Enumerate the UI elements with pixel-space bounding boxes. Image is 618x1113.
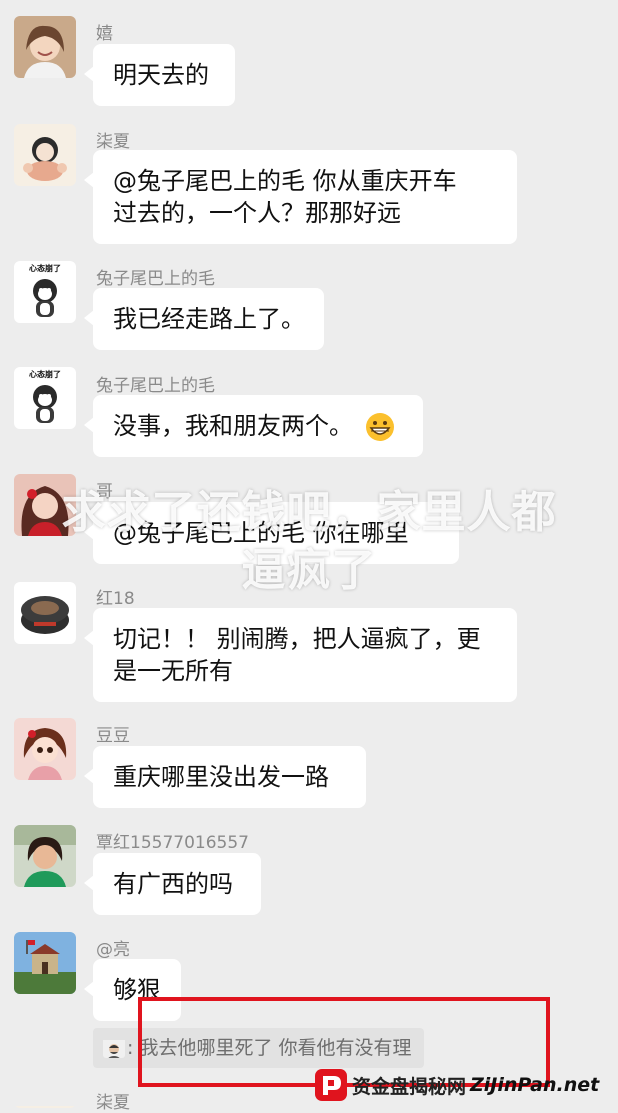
- message-text: 我已经走路上了。: [113, 305, 305, 333]
- avatar[interactable]: [14, 1086, 76, 1108]
- message-bubble[interactable]: @兔子尾巴上的毛 你在哪里: [84, 502, 459, 564]
- avatar[interactable]: [14, 16, 76, 78]
- quote-avatar: [103, 1036, 125, 1058]
- sender-name: 兔子尾巴上的毛: [96, 376, 215, 396]
- message-text: @兔子尾巴上的毛 你在哪里: [113, 519, 409, 547]
- message-text: 过去的，一个人？那那好远: [113, 199, 401, 227]
- avatar[interactable]: [14, 825, 76, 887]
- message-text: 切记！！ 别闹腾，把人逼疯了，更: [113, 625, 481, 653]
- sender-name: @亮: [96, 940, 130, 960]
- sender-name: 柒夏: [96, 1093, 130, 1113]
- watermark: 资金盘揭秘网 ZiJinPan.net: [314, 1064, 599, 1106]
- sender-name: 覃红15577016557: [96, 833, 249, 853]
- message-bubble[interactable]: 切记！！ 别闹腾，把人逼疯了，更 是一无所有: [84, 608, 517, 702]
- message-bubble[interactable]: 我已经走路上了。: [84, 288, 324, 350]
- sender-name: 红18: [96, 589, 135, 609]
- watermark-site: ZiJinPan.net: [470, 1074, 600, 1096]
- svg-text:心态崩了: 心态崩了: [29, 263, 61, 273]
- message-text: @兔子尾巴上的毛 你从重庆开车: [113, 167, 457, 195]
- message-text: 有广西的吗: [113, 870, 233, 898]
- avatar[interactable]: [14, 474, 76, 536]
- avatar[interactable]: 心态崩了: [14, 367, 76, 429]
- message-text: 重庆哪里没出发一路: [113, 763, 329, 791]
- message-bubble[interactable]: 明天去的: [84, 44, 235, 106]
- message-bubble[interactable]: 没事，我和朋友两个。: [84, 395, 423, 457]
- watermark-logo-icon: [315, 1069, 347, 1101]
- message-text: 明天去的: [113, 61, 209, 89]
- grinning-face-emoji: [365, 413, 394, 441]
- sender-name: 哥: [96, 482, 113, 502]
- message-bubble[interactable]: 重庆哪里没出发一路: [84, 746, 366, 808]
- sender-name: 嬉: [96, 24, 113, 44]
- sender-name: 兔子尾巴上的毛: [96, 269, 215, 289]
- avatar[interactable]: [14, 582, 76, 644]
- watermark-text: 资金盘揭秘网: [352, 1075, 467, 1098]
- message-text: 是一无所有: [113, 657, 233, 685]
- chat-message-list[interactable]: 嬉 明天去的 柒夏 @兔子尾巴上的毛 你从重庆开车 过去的，一个人？那那好远 心…: [0, 0, 618, 1113]
- sender-name: 柒夏: [96, 132, 130, 152]
- avatar[interactable]: 心态崩了: [14, 261, 76, 323]
- message-text: 没事，我和朋友两个。: [113, 412, 353, 440]
- message-bubble[interactable]: 有广西的吗: [84, 853, 261, 915]
- avatar[interactable]: [14, 932, 76, 994]
- svg-text:心态崩了: 心态崩了: [29, 369, 61, 379]
- avatar[interactable]: [14, 718, 76, 780]
- message-bubble[interactable]: @兔子尾巴上的毛 你从重庆开车 过去的，一个人？那那好远: [84, 150, 517, 244]
- sender-name: 豆豆: [96, 726, 130, 746]
- avatar[interactable]: [14, 124, 76, 186]
